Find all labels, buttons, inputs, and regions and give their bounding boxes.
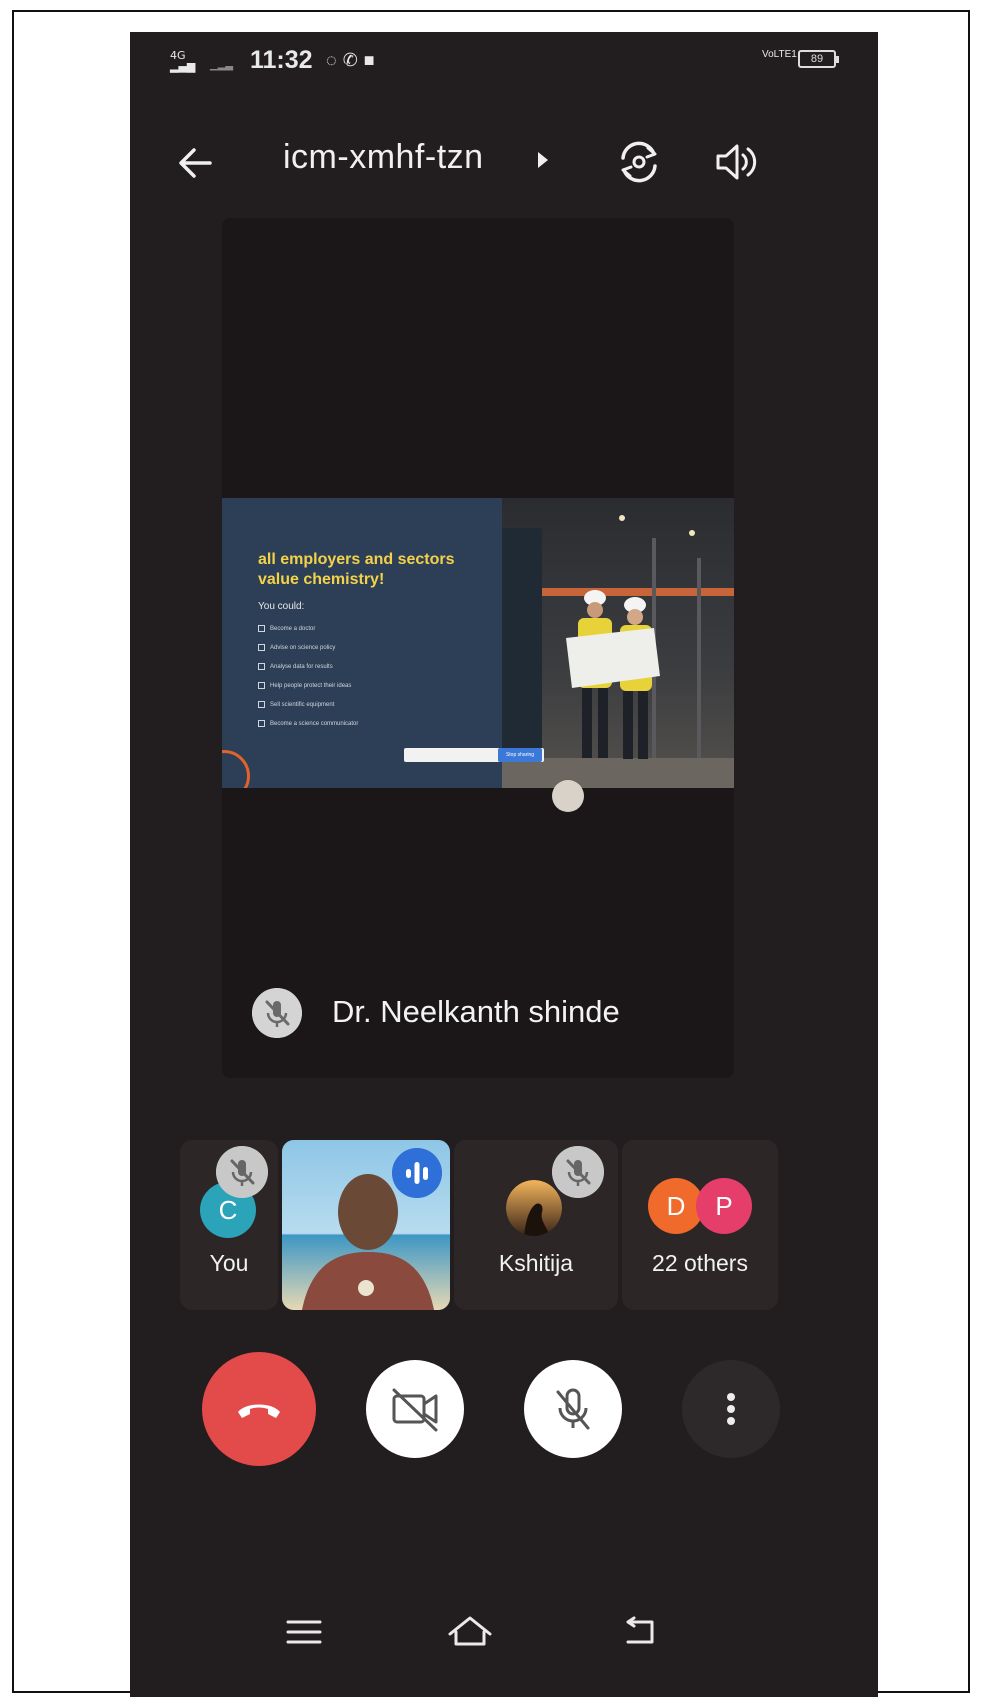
avatar [506, 1180, 562, 1236]
list-item: Become a science communicator [258, 719, 358, 738]
decorative-arc [222, 750, 250, 788]
notification-icons: ◌✆■ [326, 50, 381, 71]
avatar: P [696, 1178, 752, 1234]
more-options-button[interactable] [682, 1360, 780, 1458]
network-indicator: 4G ▂▄▆ [170, 49, 196, 73]
meeting-code[interactable]: icm-xmhf-tzn [283, 138, 484, 177]
menu-icon[interactable] [274, 1602, 334, 1662]
whatsapp-icon: ✆ [342, 50, 364, 70]
phone-screen: 4G ▂▄▆ ▁▂▃ 11:32 ◌✆■ VoLTE1 89 icm-xmhf-t… [130, 32, 878, 1697]
sync-icon: ◌ [326, 50, 343, 70]
list-item: Advise on science policy [258, 643, 358, 662]
presenter-name: Dr. Neelkanth shinde [332, 994, 620, 1029]
list-item: Analyse data for results [258, 662, 358, 681]
phone-hangup-icon [238, 1404, 280, 1418]
stop-sharing-button[interactable]: Stop sharing [498, 748, 542, 762]
end-call-button[interactable] [202, 1352, 316, 1466]
slide-subtitle: You could: [258, 601, 305, 612]
participant-strip: C You Kshitija D P 22 others [180, 1140, 830, 1310]
presentation-tile[interactable]: all employers and sectors value chemistr… [222, 218, 734, 1078]
status-bar: 4G ▂▄▆ ▁▂▃ 11:32 ◌✆■ VoLTE1 89 [130, 32, 878, 92]
mic-off-icon [216, 1146, 268, 1198]
mic-off-icon [252, 988, 302, 1038]
slide-list: Become a doctor Advise on science policy… [258, 624, 358, 738]
camera-toggle-button[interactable] [366, 1360, 464, 1458]
participant-name: You [209, 1250, 249, 1276]
more-vert-icon [727, 1393, 735, 1425]
slide-title: all employers and sectors value chemistr… [258, 551, 455, 588]
microphone-toggle-button[interactable] [524, 1360, 622, 1458]
back-icon[interactable] [610, 1602, 670, 1662]
battery-indicator: 89 [798, 50, 839, 68]
others-count: 22 others [652, 1250, 748, 1276]
participant-tile-kshitija[interactable]: Kshitija [454, 1140, 618, 1310]
engineers-photo [502, 498, 734, 788]
video-off-icon [392, 1388, 438, 1432]
mic-off-icon [556, 1388, 590, 1430]
list-item: Become a doctor [258, 624, 358, 643]
volte-indicator: VoLTE1 [762, 49, 797, 60]
participant-tile-others[interactable]: D P 22 others [622, 1140, 778, 1310]
system-nav-bar [130, 1592, 878, 1672]
speaker-icon[interactable] [710, 136, 762, 188]
clock: 11:32 [250, 46, 313, 74]
list-item: Sell scientific equipment [258, 700, 358, 719]
participant-name: Kshitija [498, 1250, 574, 1276]
speaking-indicator-icon [392, 1148, 442, 1198]
participant-tile-you[interactable]: C You [180, 1140, 278, 1310]
participant-tile-video[interactable] [282, 1140, 450, 1310]
mic-off-icon [552, 1146, 604, 1198]
call-controls [130, 1352, 878, 1472]
back-arrow-icon[interactable] [170, 138, 220, 188]
home-icon[interactable] [440, 1602, 500, 1662]
signal-icon: ▁▂▃ [210, 60, 234, 71]
shared-screen: all employers and sectors value chemistr… [222, 498, 734, 788]
slide-panel: all employers and sectors value chemistr… [222, 498, 502, 788]
video-icon: ■ [363, 50, 381, 70]
meeting-header: icm-xmhf-tzn [130, 122, 878, 202]
switch-camera-icon[interactable] [613, 136, 665, 188]
list-item: Help people protect their ideas [258, 681, 358, 700]
drag-handle[interactable] [552, 780, 584, 812]
caret-right-icon[interactable] [538, 152, 548, 168]
